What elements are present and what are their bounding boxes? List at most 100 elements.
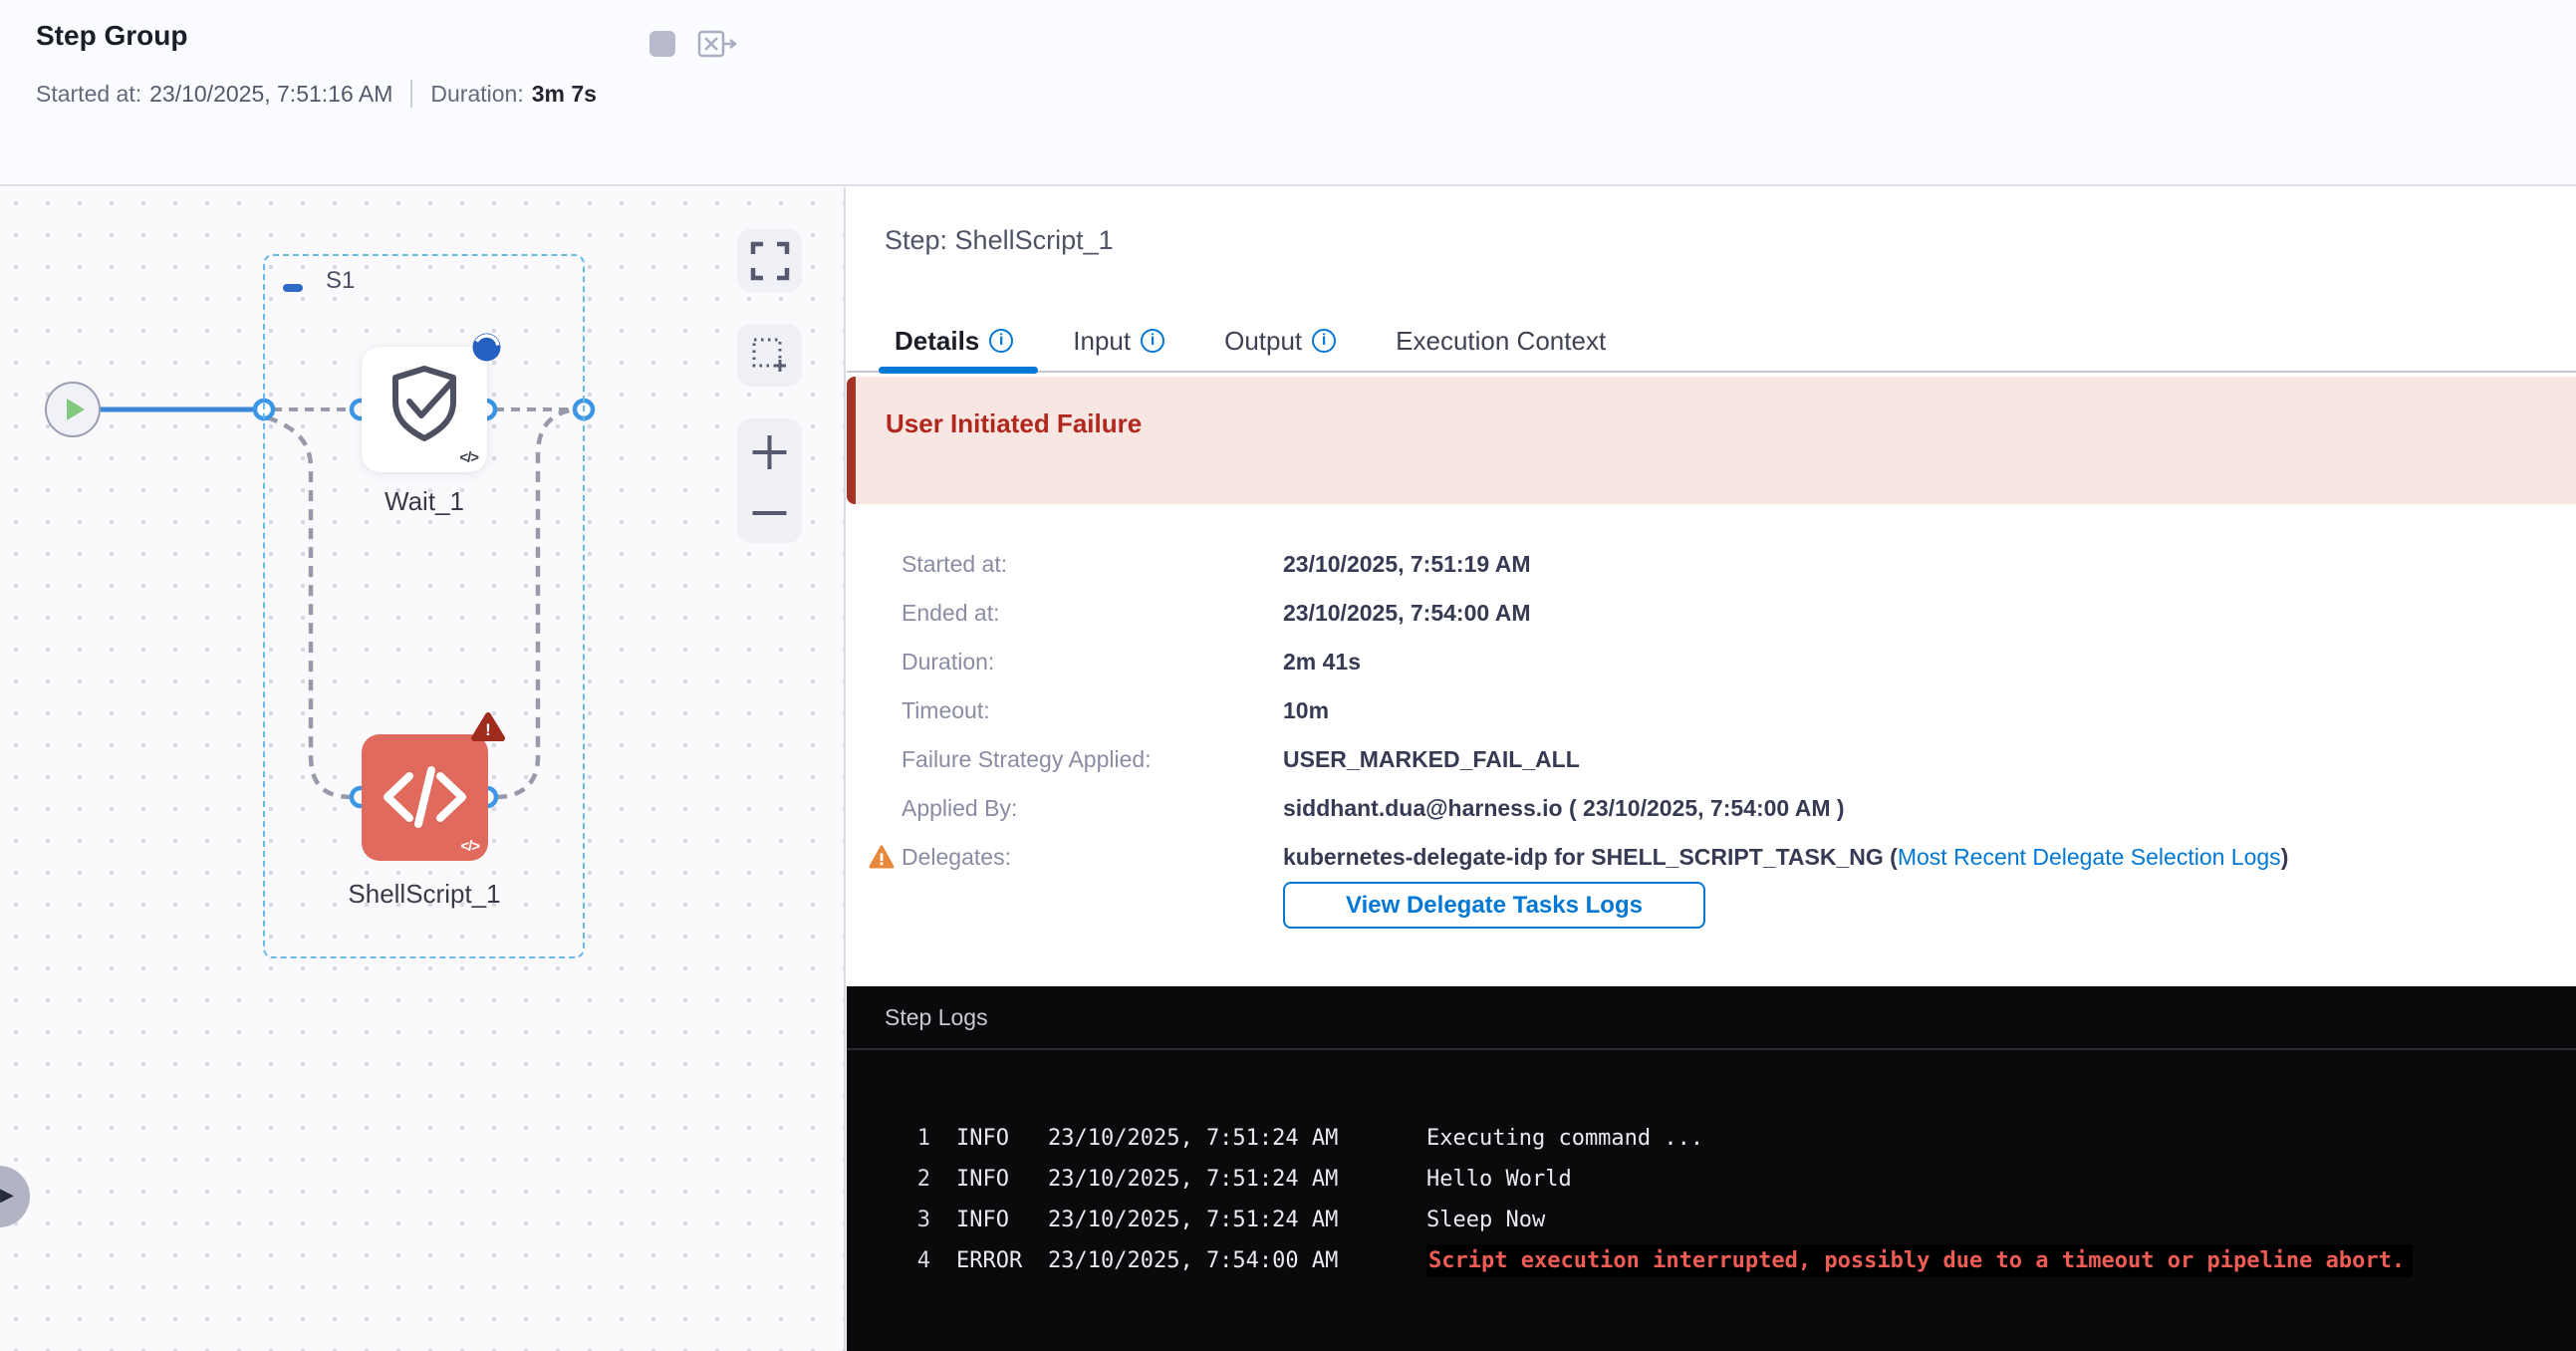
tab-output[interactable]: Output i xyxy=(1208,315,1352,367)
detail-label: Started at: xyxy=(902,551,1283,578)
detail-row-duration: Duration: 2m 41s xyxy=(847,638,2576,686)
zoom-in-icon[interactable] xyxy=(753,435,787,469)
tab-input-label: Input xyxy=(1073,326,1131,357)
error-banner-text: User Initiated Failure xyxy=(886,408,1142,439)
log-timestamp: 23/10/2025, 7:51:24 AM xyxy=(1048,1167,1426,1192)
fit-to-screen-button[interactable] xyxy=(737,229,802,292)
detail-row-applied-by: Applied By: siddhant.dua@harness.io ( 23… xyxy=(847,784,2576,833)
delegate-selection-logs-link[interactable]: Most Recent Delegate Selection Logs xyxy=(1898,844,2281,870)
tab-input[interactable]: Input i xyxy=(1057,315,1180,367)
detail-row-ended-at: Ended at: 23/10/2025, 7:54:00 AM xyxy=(847,589,2576,638)
node-label-wait-1: Wait_1 xyxy=(332,486,517,517)
duration-value: 3m 7s xyxy=(532,81,597,108)
running-status-badge xyxy=(471,332,502,363)
x-square-arrow-icon[interactable] xyxy=(697,24,737,64)
detail-label: Applied By: xyxy=(902,795,1283,822)
log-line-number: 1 xyxy=(912,1126,930,1151)
marquee-select-icon xyxy=(749,335,791,377)
delegates-label: Delegates: xyxy=(902,844,1283,871)
console-divider xyxy=(847,1048,2576,1050)
log-timestamp: 23/10/2025, 7:54:00 AM xyxy=(1048,1248,1426,1273)
log-message: Sleep Now xyxy=(1426,1208,1545,1232)
step-panel-title: Step: ShellScript_1 xyxy=(885,225,1114,256)
detail-value: siddhant.dua@harness.io ( 23/10/2025, 7:… xyxy=(1283,795,2576,822)
detail-value: 23/10/2025, 7:54:00 AM xyxy=(1283,600,2576,627)
step-details-panel: Step: ShellScript_1 Details i Input i Ou… xyxy=(847,187,2576,1351)
fit-screen-icon xyxy=(749,240,791,282)
play-icon xyxy=(67,399,85,420)
group-label: S1 xyxy=(326,267,355,295)
delegates-value: kubernetes-delegate-idp for SHELL_SCRIPT… xyxy=(1283,844,2576,871)
detail-value: USER_MARKED_FAIL_ALL xyxy=(1283,746,2576,773)
detail-label: Failure Strategy Applied: xyxy=(902,746,1283,773)
detail-label: Timeout: xyxy=(902,697,1283,724)
log-level: INFO xyxy=(956,1126,1036,1151)
log-line-number: 2 xyxy=(912,1167,930,1192)
x-square-arrow-glyph xyxy=(697,30,737,58)
info-icon[interactable]: i xyxy=(1312,329,1336,353)
pipeline-start-node[interactable] xyxy=(45,382,101,437)
stop-square-glyph xyxy=(649,31,675,57)
detail-label: Ended at: xyxy=(902,600,1283,627)
log-error-message: Script execution interrupted, possibly d… xyxy=(1426,1244,2413,1277)
zoom-icons xyxy=(737,418,802,543)
log-level: ERROR xyxy=(956,1248,1036,1273)
code-glyph: </> xyxy=(459,449,478,466)
node-wait-1[interactable]: </> xyxy=(362,347,487,472)
stop-icon[interactable] xyxy=(643,24,682,64)
log-message: Hello World xyxy=(1426,1167,1572,1192)
log-level: INFO xyxy=(956,1208,1036,1232)
step-group-execution-view: Step Group Started at: 23/10/2025, 7:51:… xyxy=(0,0,2576,1351)
log-line-number: 3 xyxy=(912,1208,930,1232)
tab-bar: Details i Input i Output i Execution Con… xyxy=(879,315,1622,367)
step-logs-console: Step Logs 1 INFO 23/10/2025, 7:51:24 AM … xyxy=(847,986,2576,1351)
warning-icon xyxy=(869,845,895,869)
tabbar-divider xyxy=(847,371,2576,373)
detail-value: 10m xyxy=(1283,697,2576,724)
detail-value: 23/10/2025, 7:51:19 AM xyxy=(1283,551,2576,578)
delegates-value-text: kubernetes-delegate-idp for SHELL_SCRIPT… xyxy=(1283,844,1898,870)
active-tab-underline xyxy=(879,367,1038,374)
node-label-shellscript-1: ShellScript_1 xyxy=(322,879,527,910)
meta-separator xyxy=(410,80,412,108)
tab-output-label: Output xyxy=(1224,326,1302,357)
step-logs-title: Step Logs xyxy=(885,1004,988,1031)
marquee-select-button[interactable] xyxy=(737,324,802,387)
node-shellscript-1[interactable]: </> ! xyxy=(362,734,488,861)
info-icon[interactable]: i xyxy=(989,329,1013,353)
detail-row-delegates: Delegates: kubernetes-delegate-idp for S… xyxy=(847,833,2576,882)
log-line-1: 1 INFO 23/10/2025, 7:51:24 AM Executing … xyxy=(847,1118,2576,1159)
tab-details[interactable]: Details i xyxy=(879,315,1029,367)
pipeline-canvas[interactable]: S1 </> Wait_1 </> ! xyxy=(0,187,844,1351)
delegates-value-suffix: ) xyxy=(2281,844,2289,870)
log-line-2: 2 INFO 23/10/2025, 7:51:24 AM Hello Worl… xyxy=(847,1159,2576,1200)
log-timestamp: 23/10/2025, 7:51:24 AM xyxy=(1048,1126,1426,1151)
detail-row-failure-strategy: Failure Strategy Applied: USER_MARKED_FA… xyxy=(847,735,2576,784)
exclamation-glyph: ! xyxy=(485,720,491,739)
details-section: Started at: 23/10/2025, 7:51:19 AM Ended… xyxy=(847,540,2576,882)
arrow-icon: ▶ xyxy=(0,1185,14,1206)
log-message: Executing command ... xyxy=(1426,1126,1703,1151)
detail-row-started-at: Started at: 23/10/2025, 7:51:19 AM xyxy=(847,540,2576,589)
info-icon[interactable]: i xyxy=(1141,329,1164,353)
collapse-group-icon[interactable] xyxy=(283,284,303,292)
code-glyph: </> xyxy=(460,838,479,855)
started-at-label: Started at: xyxy=(36,81,141,108)
log-line-number: 4 xyxy=(912,1248,930,1273)
tab-details-label: Details xyxy=(895,326,979,357)
header-meta: Started at: 23/10/2025, 7:51:16 AM Durat… xyxy=(36,80,597,108)
started-at-value: 23/10/2025, 7:51:16 AM xyxy=(149,81,392,108)
log-timestamp: 23/10/2025, 7:51:24 AM xyxy=(1048,1208,1426,1232)
page-title: Step Group xyxy=(36,20,187,52)
failed-status-badge: ! xyxy=(471,711,505,742)
detail-row-timeout: Timeout: 10m xyxy=(847,686,2576,735)
detail-label: Duration: xyxy=(902,649,1283,676)
log-line-4-error: 4 ERROR 23/10/2025, 7:54:00 AM Script ex… xyxy=(847,1240,2576,1281)
header-divider xyxy=(0,184,2576,186)
log-line-3: 3 INFO 23/10/2025, 7:51:24 AM Sleep Now xyxy=(847,1200,2576,1240)
error-banner: User Initiated Failure xyxy=(847,377,2576,504)
header: Step Group Started at: 23/10/2025, 7:51:… xyxy=(0,0,2576,185)
tab-execution-context[interactable]: Execution Context xyxy=(1380,315,1622,367)
zoom-controls xyxy=(737,418,802,543)
view-delegate-tasks-logs-button[interactable]: View Delegate Tasks Logs xyxy=(1283,882,1705,929)
